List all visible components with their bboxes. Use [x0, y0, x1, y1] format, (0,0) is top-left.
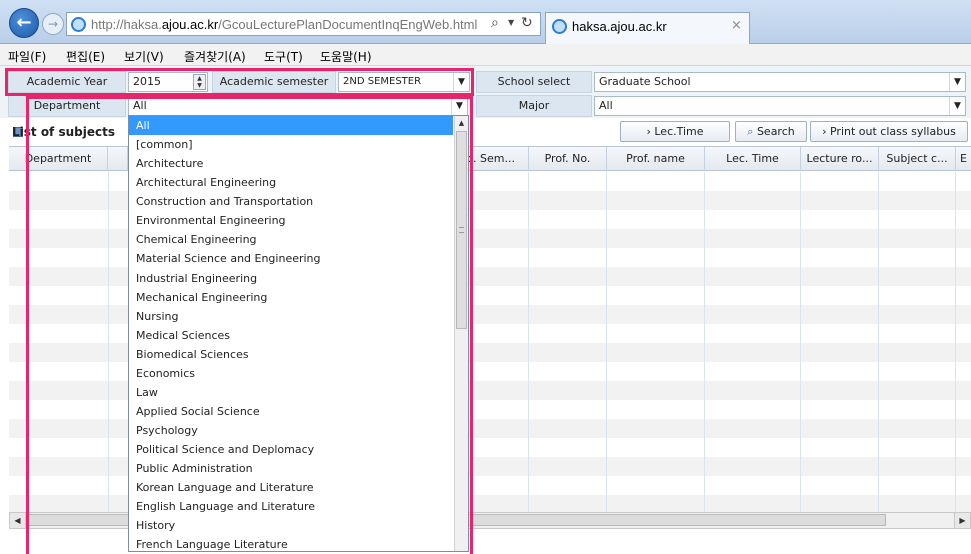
scroll-left-icon[interactable]: ◀	[10, 513, 26, 528]
menu-favorites[interactable]: 즐겨찾기(A)	[184, 48, 246, 65]
chevron-down-icon[interactable]: ▼	[949, 97, 965, 115]
school-select[interactable]: Graduate School ▼	[594, 72, 966, 92]
column-divider	[704, 172, 705, 512]
column-divider	[878, 172, 879, 512]
school-select-label: School select	[476, 71, 592, 93]
close-icon[interactable]: ×	[731, 18, 742, 33]
tab-title: haksa.ajou.ac.kr	[572, 19, 667, 34]
column-header[interactable]: Lecture ro...	[801, 147, 879, 171]
lec-time-button[interactable]: › Lec.Time	[620, 121, 730, 142]
menu-edit[interactable]: 편집(E)	[66, 48, 105, 65]
column-header[interactable]: Lec. Time	[705, 147, 801, 171]
url-text[interactable]: http://haksa.ajou.ac.kr/GcouLecturePlanD…	[91, 17, 477, 32]
search-icon[interactable]: ⌕	[491, 15, 499, 31]
major-select[interactable]: All ▼	[594, 96, 966, 116]
column-divider	[528, 172, 529, 512]
column-header[interactable]: E	[956, 147, 971, 171]
chevron-down-icon[interactable]: ▼	[508, 18, 514, 27]
chevron-down-icon[interactable]: ▼	[949, 73, 965, 91]
back-arrow-icon[interactable]: ←	[9, 8, 39, 38]
major-value: All	[599, 99, 613, 112]
menu-file[interactable]: 파일(F)	[8, 48, 46, 65]
internet-explorer-icon	[71, 17, 86, 32]
school-select-value: Graduate School	[599, 75, 691, 88]
column-header[interactable]: Subject c...	[879, 147, 956, 171]
menu-view[interactable]: 보기(V)	[124, 48, 164, 65]
annotation-highlight-box	[26, 96, 473, 554]
column-header[interactable]: Prof. name	[607, 147, 705, 171]
print-syllabus-button[interactable]: › Print out class syllabus	[810, 121, 968, 142]
major-label: Major	[476, 95, 592, 117]
internet-explorer-icon	[552, 19, 567, 34]
refresh-icon[interactable]: ↻	[521, 15, 533, 31]
column-divider	[606, 172, 607, 512]
search-button-label: Search	[756, 125, 795, 138]
menu-help[interactable]: 도움말(H)	[320, 48, 372, 65]
column-divider	[800, 172, 801, 512]
column-divider	[955, 172, 956, 512]
search-icon: ⌕	[747, 125, 754, 138]
forward-arrow-icon[interactable]: →	[42, 13, 64, 35]
browser-titlebar: ← → http://haksa.ajou.ac.kr/GcouLectureP…	[0, 0, 971, 44]
browser-tab[interactable]: haksa.ajou.ac.kr ×	[545, 12, 750, 44]
address-bar[interactable]: http://haksa.ajou.ac.kr/GcouLecturePlanD…	[66, 12, 541, 36]
menu-tools[interactable]: 도구(T)	[264, 48, 303, 65]
search-button[interactable]: ⌕ Search	[735, 121, 807, 142]
scroll-right-icon[interactable]: ▶	[954, 513, 970, 528]
menu-bar: 파일(F) 편집(E) 보기(V) 즐겨찾기(A) 도구(T) 도움말(H)	[0, 44, 971, 66]
annotation-highlight-box	[5, 68, 474, 96]
column-header[interactable]: Prof. No.	[529, 147, 607, 171]
